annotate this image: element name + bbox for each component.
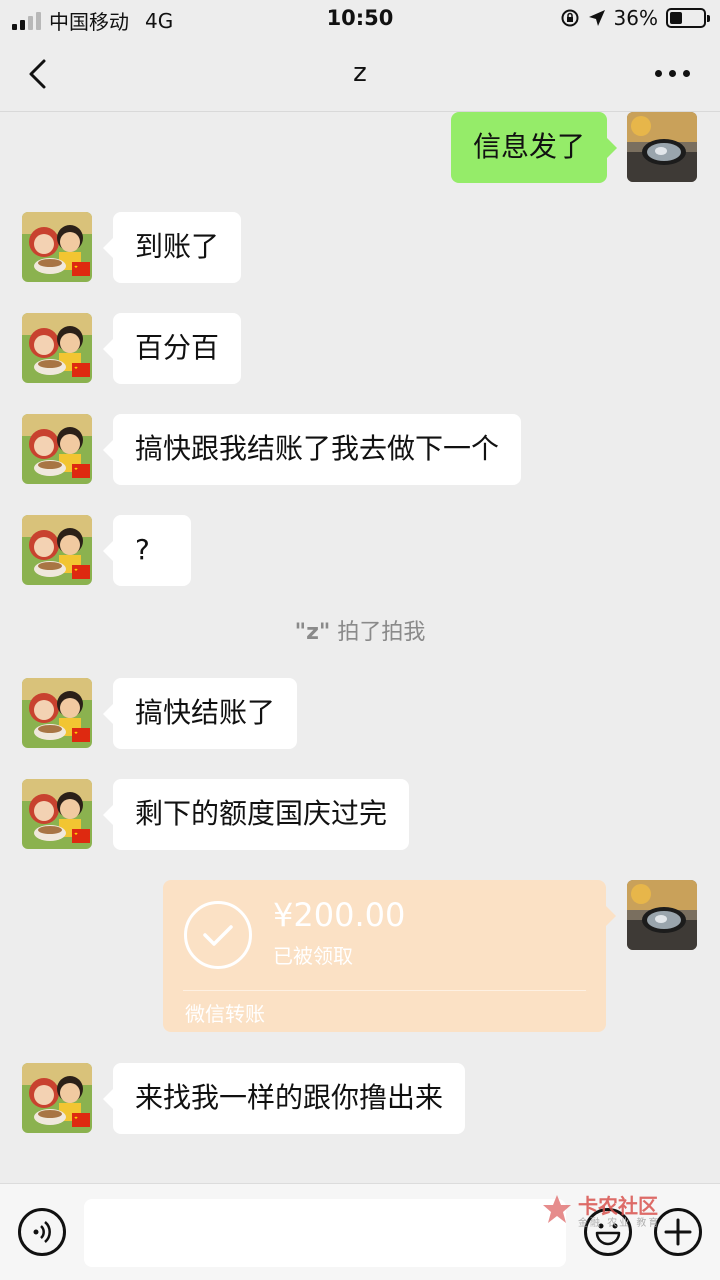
contact-avatar[interactable] — [22, 313, 92, 383]
transfer-card[interactable]: ¥200.00 已被领取 微信转账 — [163, 880, 616, 1032]
battery-icon — [666, 8, 710, 28]
message-bubble-incoming[interactable]: 百分百 — [102, 313, 242, 384]
watermark-subtitle: 金融 农业 教育 — [578, 1218, 661, 1229]
more-options-icon[interactable] — [655, 70, 690, 77]
message-bubble-incoming[interactable]: 来找我一样的跟你撸出来 — [102, 1063, 466, 1134]
my-avatar[interactable] — [627, 112, 697, 182]
message-bubble-incoming[interactable]: 搞快跟我结账了我去做下一个 — [102, 414, 522, 485]
transfer-divider — [183, 990, 586, 991]
watermark: 卡农社区 金融 农业 教育 — [540, 1190, 670, 1230]
transfer-label: 微信转账 — [185, 1002, 265, 1026]
contact-avatar[interactable] — [22, 779, 92, 849]
chat-header: z — [0, 36, 720, 112]
transfer-amount: ¥200.00 — [273, 896, 406, 934]
contact-avatar[interactable] — [22, 678, 92, 748]
watermark-logo-icon — [543, 1195, 571, 1223]
battery-percent: 36% — [613, 6, 658, 30]
pat-notification: "z" 拍了拍我 — [0, 614, 720, 646]
chat-title: z — [353, 58, 367, 88]
message-bubble-outgoing[interactable]: 信息发了 — [450, 112, 618, 183]
pat-sender-name: "z" — [294, 620, 331, 645]
contact-avatar[interactable] — [22, 212, 92, 282]
contact-avatar[interactable] — [22, 1063, 92, 1133]
status-bar: 中国移动 4G 10:50 36% — [0, 0, 720, 36]
voice-input-icon[interactable] — [18, 1208, 66, 1256]
pat-action: 拍了拍我 — [337, 620, 426, 645]
my-avatar[interactable] — [627, 880, 697, 950]
message-input[interactable] — [84, 1199, 566, 1267]
contact-avatar[interactable] — [22, 414, 92, 484]
location-icon — [588, 10, 605, 26]
message-bubble-incoming[interactable]: 搞快结账了 — [102, 678, 298, 749]
transfer-status: 已被领取 — [273, 944, 353, 968]
message-bubble-incoming[interactable]: 剩下的额度国庆过完 — [102, 779, 410, 850]
message-bubble-incoming[interactable]: 到账了 — [102, 212, 242, 283]
message-bubble-incoming[interactable]: ? — [103, 515, 191, 586]
check-circle-icon — [184, 901, 252, 969]
contact-avatar[interactable] — [22, 515, 92, 585]
status-right: 36% — [560, 6, 710, 30]
rotation-lock-icon — [561, 9, 579, 27]
